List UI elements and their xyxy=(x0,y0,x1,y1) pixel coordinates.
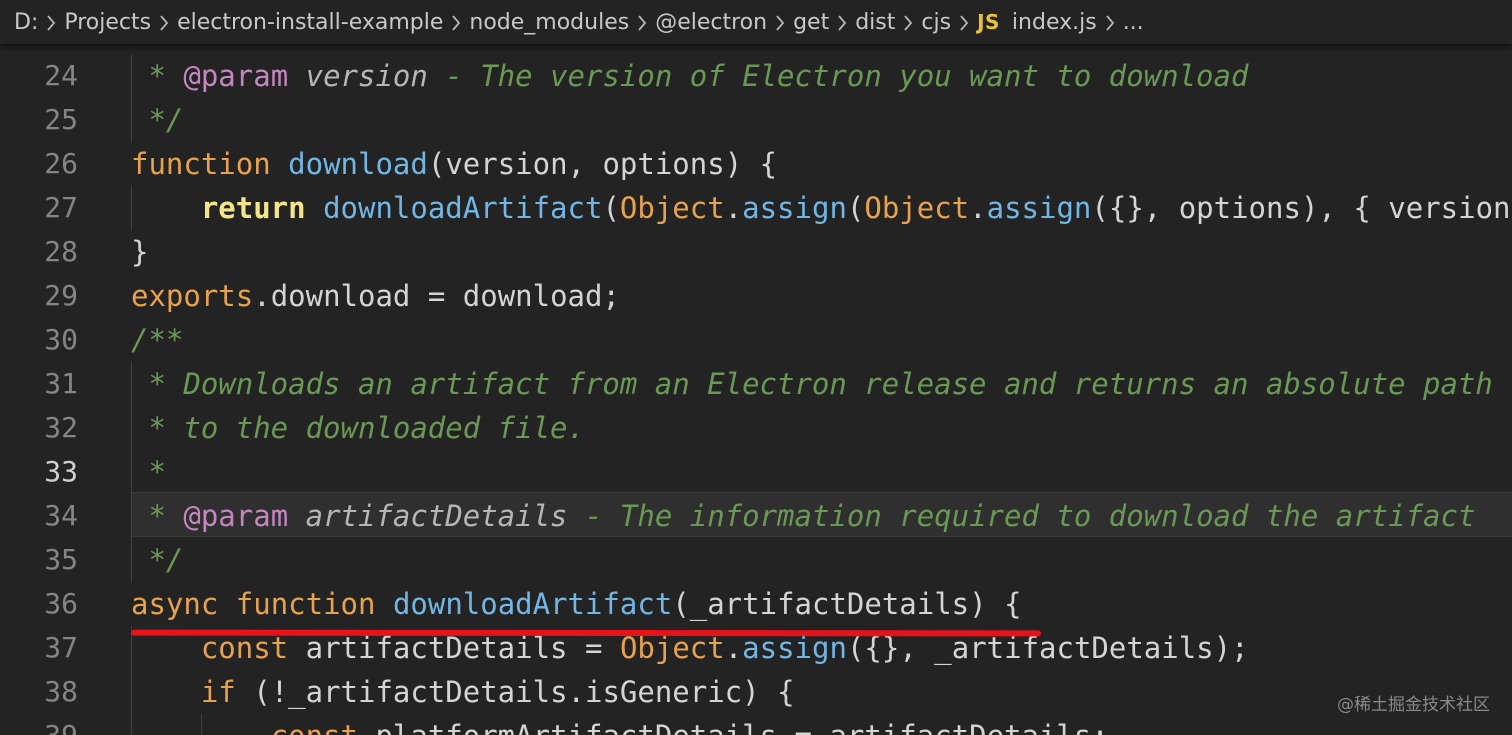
code-text: * Downloads an artifact from an Electron… xyxy=(131,367,1493,401)
code-line[interactable]: 31 * Downloads an artifact from an Elect… xyxy=(0,362,1512,406)
code-text: return downloadArtifact(Object.assign(Ob… xyxy=(200,191,1511,225)
line-number: 33 xyxy=(44,455,78,488)
code-line[interactable]: 39 const platformArtifactDetails = artif… xyxy=(0,714,1512,735)
chevron-right-icon xyxy=(38,10,64,35)
line-number: 24 xyxy=(44,59,78,92)
chevron-right-icon xyxy=(767,10,793,35)
js-file-icon: JS xyxy=(977,10,1000,34)
breadcrumb-item-cjs[interactable]: cjs xyxy=(921,10,951,35)
code-line[interactable]: 24 * @param version - The version of Ele… xyxy=(0,54,1512,98)
line-number: 25 xyxy=(44,103,78,136)
code-line[interactable]: 32 * to the downloaded file. xyxy=(0,406,1512,450)
line-number: 30 xyxy=(44,323,78,356)
breadcrumb-item-electron[interactable]: @electron xyxy=(655,10,767,35)
code-line[interactable]: 33 * xyxy=(0,450,1512,494)
code-text: /** xyxy=(131,323,184,357)
breadcrumb-item-projects[interactable]: Projects xyxy=(64,10,151,35)
indent-guide xyxy=(201,714,202,735)
code-text: const platformArtifactDetails = artifact… xyxy=(131,714,1109,735)
code-line[interactable]: 38 if (!_artifactDetails.isGeneric) { xyxy=(0,670,1512,714)
line-number: 31 xyxy=(44,367,78,400)
watermark: @稀土掘金技术社区 xyxy=(1337,695,1490,715)
line-number: 39 xyxy=(0,714,78,735)
breadcrumb: D: Projects electron-install-example nod… xyxy=(0,0,1512,44)
line-number: 36 xyxy=(44,587,78,620)
code-line[interactable]: 27 return downloadArtifact(Object.assign… xyxy=(0,186,1512,230)
code-text: async function downloadArtifact(_artifac… xyxy=(131,587,1022,621)
code-line[interactable]: 25 */ xyxy=(0,98,1512,142)
line-number: 34 xyxy=(44,499,78,532)
chevron-right-icon xyxy=(829,10,855,35)
code-line[interactable]: 36 async function downloadArtifact(_artif… xyxy=(0,582,1512,626)
code-line[interactable]: 28} xyxy=(0,230,1512,274)
breadcrumb-item-file[interactable]: index.js xyxy=(1012,10,1097,35)
indent-guide xyxy=(131,626,132,735)
red-annotation-underline xyxy=(130,629,1042,637)
breadcrumb-item-dist[interactable]: dist xyxy=(855,10,895,35)
line-number: 35 xyxy=(44,543,78,576)
code-text: } xyxy=(131,235,149,269)
line-number: 26 xyxy=(44,147,78,180)
code-text: * @param version - The version of Electr… xyxy=(131,59,1249,93)
code-text: */ xyxy=(131,103,184,137)
code-text: if (!_artifactDetails.isGeneric) { xyxy=(200,675,795,709)
code-text: */ xyxy=(131,543,184,577)
code-text: exports.download = download; xyxy=(131,279,620,313)
indent-guide xyxy=(131,54,132,142)
chevron-right-icon xyxy=(951,10,977,35)
code-line[interactable]: 26 function download(version, options) { xyxy=(0,142,1512,186)
chevron-right-icon xyxy=(443,10,469,35)
code-text: function download(version, options) { xyxy=(131,147,778,181)
chevron-right-icon xyxy=(1097,10,1123,35)
line-number: 28 xyxy=(44,235,78,268)
line-number: 32 xyxy=(44,411,78,444)
breadcrumb-item-project[interactable]: electron-install-example xyxy=(177,10,443,35)
breadcrumb-more[interactable]: ... xyxy=(1123,10,1144,35)
line-number: 37 xyxy=(44,631,78,664)
code-line[interactable]: 34 * @param artifactDetails - The inform… xyxy=(0,494,1512,538)
chevron-right-icon xyxy=(629,10,655,35)
line-number: 27 xyxy=(44,191,78,224)
breadcrumb-item-node-modules[interactable]: node_modules xyxy=(469,10,629,35)
code-text: * xyxy=(131,455,166,489)
indent-guide xyxy=(131,186,132,230)
code-line[interactable]: 30 /** xyxy=(0,318,1512,362)
chevron-right-icon xyxy=(895,10,921,35)
breadcrumb-item-drive[interactable]: D: xyxy=(14,10,38,35)
code-text: * @param artifactDetails - The informati… xyxy=(131,499,1476,533)
code-line[interactable]: 29 exports.download = download; xyxy=(0,274,1512,318)
line-number: 38 xyxy=(44,675,78,708)
breadcrumb-item-get[interactable]: get xyxy=(793,10,829,35)
code-line[interactable]: 35 */ xyxy=(0,538,1512,582)
line-number: 29 xyxy=(44,279,78,312)
chevron-right-icon xyxy=(151,10,177,35)
code-text: * to the downloaded file. xyxy=(131,411,585,445)
indent-guide xyxy=(131,362,132,582)
